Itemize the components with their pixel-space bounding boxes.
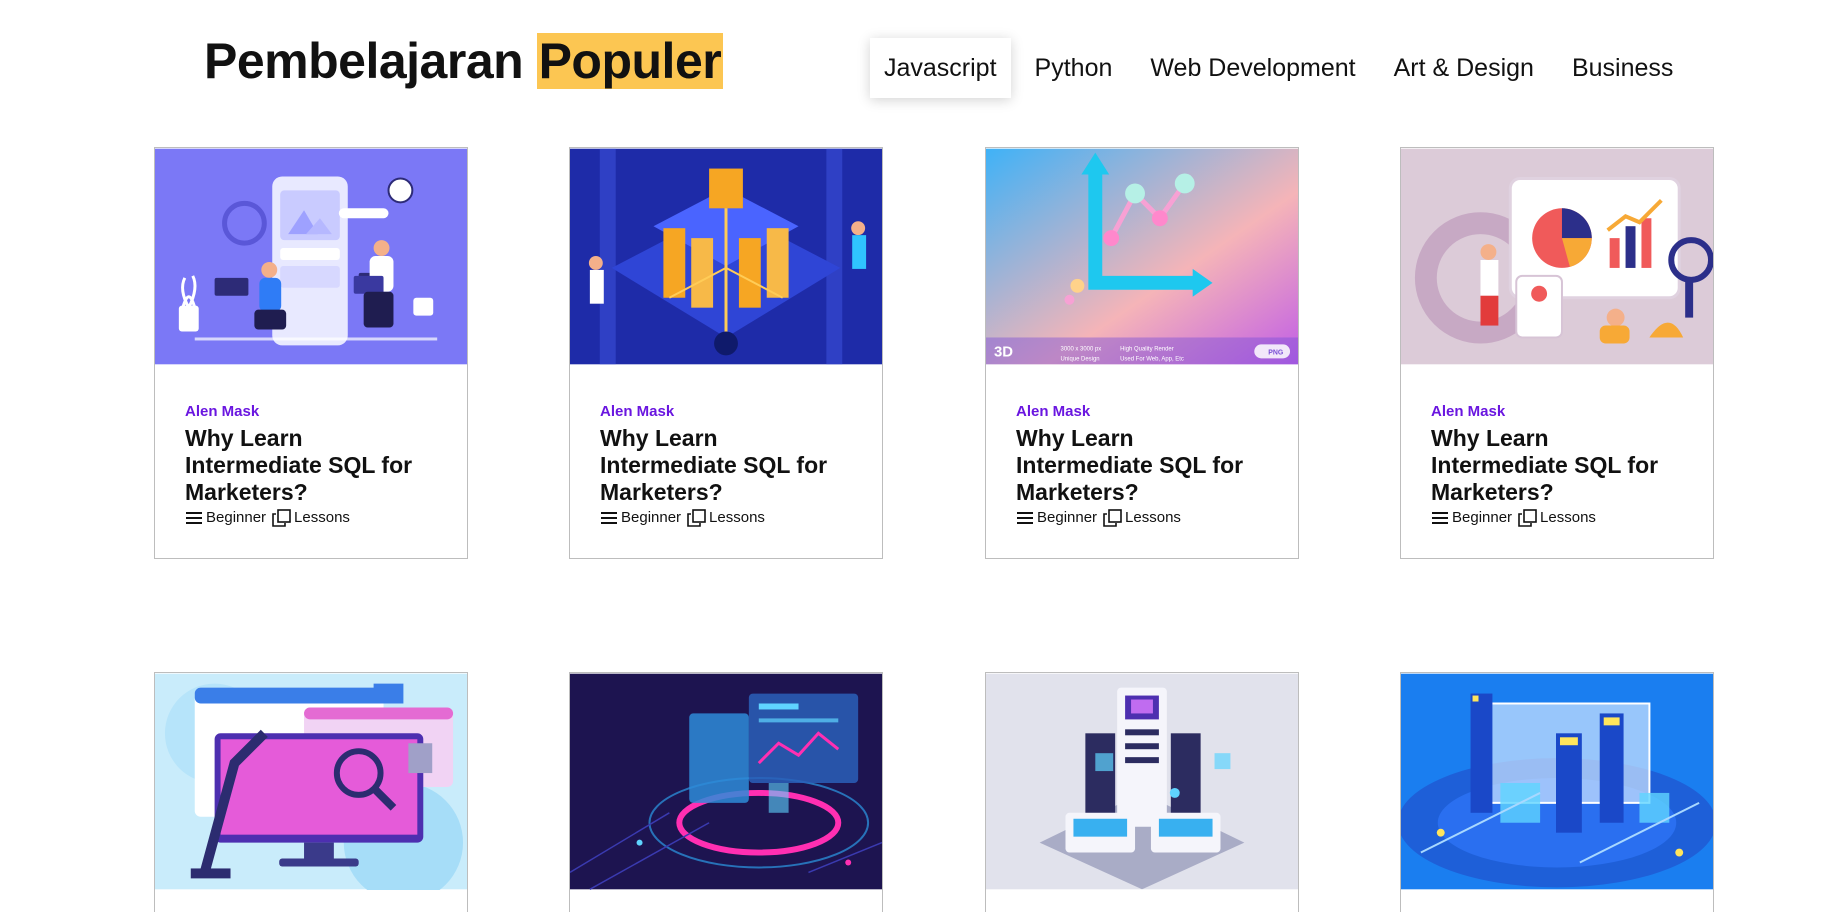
course-card[interactable]: Alen Mask Why Learn Intermediate SQL for… (1400, 147, 1714, 559)
image-caption-design: Unique Design (1061, 356, 1100, 362)
card-meta: Beginner Lessons (600, 508, 852, 528)
course-card[interactable]: 3D 3000 x 3000 px High Quality Render Un… (985, 147, 1299, 559)
card-title[interactable]: Why Learn Intermediate SQL for Marketers… (1431, 425, 1683, 506)
isometric-server-illustration (570, 148, 882, 365)
tab-javascript[interactable]: Javascript (870, 38, 1011, 98)
list-icon (601, 512, 617, 524)
dashboard-monitor-illustration (570, 673, 882, 890)
card-level: Beginner (206, 509, 267, 526)
card-lessons: Lessons (1125, 509, 1181, 526)
course-card[interactable]: Alen Mask Why Learn Intermediate SQL for… (569, 147, 883, 559)
list-icon (186, 512, 202, 524)
card-body: Alen Mask Why Learn Intermediate SQL for… (155, 365, 467, 558)
card-title[interactable]: Why Learn Intermediate SQL for Marketers… (600, 425, 852, 506)
course-card[interactable] (154, 672, 468, 912)
data-analytics-illustration (1401, 148, 1713, 365)
copy-icon (687, 509, 706, 527)
card-lessons: Lessons (1540, 509, 1596, 526)
card-body: Alen Mask Why Learn Intermediate SQL for… (570, 365, 882, 558)
image-caption-3d: 3D (994, 344, 1013, 360)
card-author[interactable]: Alen Mask (600, 403, 852, 421)
list-icon (1432, 512, 1448, 524)
tab-art-design[interactable]: Art & Design (1380, 38, 1548, 98)
copy-icon (272, 509, 291, 527)
card-meta: Beginner Lessons (1431, 508, 1683, 528)
image-caption-png: PNG (1268, 349, 1283, 356)
card-lessons: Lessons (294, 509, 350, 526)
card-author[interactable]: Alen Mask (185, 403, 437, 421)
image-caption-resolution: 3000 x 3000 px (1061, 346, 1102, 352)
image-caption-quality: High Quality Render (1120, 346, 1174, 352)
title-highlight: Populer (536, 33, 724, 89)
card-level: Beginner (1037, 509, 1098, 526)
course-card[interactable] (985, 672, 1299, 912)
copy-icon (1103, 509, 1122, 527)
page-title: Pembelajaran Populer (204, 30, 724, 92)
card-level: Beginner (1452, 509, 1513, 526)
card-lessons: Lessons (709, 509, 765, 526)
category-tabs: Javascript Python Web Development Art & … (870, 38, 1697, 98)
tab-web-development[interactable]: Web Development (1136, 38, 1369, 98)
app-development-illustration (155, 148, 467, 365)
course-card[interactable] (1400, 672, 1714, 912)
course-card[interactable] (569, 672, 883, 912)
tab-business[interactable]: Business (1558, 38, 1687, 98)
title-prefix: Pembelajaran (204, 33, 524, 89)
card-author[interactable]: Alen Mask (1431, 403, 1683, 421)
course-card[interactable]: Alen Mask Why Learn Intermediate SQL for… (154, 147, 468, 559)
card-title[interactable]: Why Learn Intermediate SQL for Marketers… (185, 425, 437, 506)
card-body: Alen Mask Why Learn Intermediate SQL for… (986, 365, 1298, 558)
blue-isometric-city-illustration (1401, 673, 1713, 890)
card-title[interactable]: Why Learn Intermediate SQL for Marketers… (1016, 425, 1268, 506)
tab-python[interactable]: Python (1021, 38, 1127, 98)
card-level: Beginner (621, 509, 682, 526)
card-meta: Beginner Lessons (1016, 508, 1268, 528)
web-automation-illustration (155, 673, 467, 890)
card-body: Alen Mask Why Learn Intermediate SQL for… (1401, 365, 1713, 558)
list-icon (1017, 512, 1033, 524)
image-caption-usage: Used For Web, App, Etc (1120, 356, 1184, 362)
data-center-illustration (986, 673, 1298, 890)
copy-icon (1518, 509, 1537, 527)
3d-chart-illustration: 3D 3000 x 3000 px High Quality Render Un… (986, 148, 1298, 365)
card-author[interactable]: Alen Mask (1016, 403, 1268, 421)
card-meta: Beginner Lessons (185, 508, 437, 528)
